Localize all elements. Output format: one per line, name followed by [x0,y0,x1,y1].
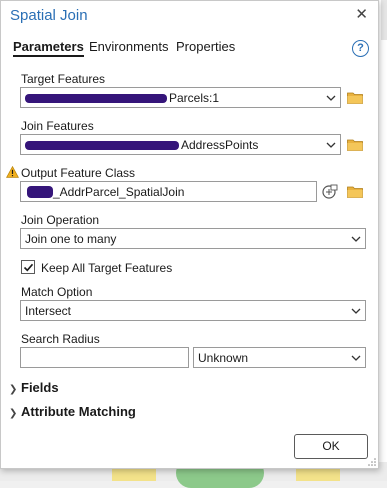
output-feature-class-value: _AddrParcel_SpatialJoin [53,185,185,199]
join-features-value: AddressPoints [181,138,259,152]
chevron-down-icon[interactable] [351,234,361,244]
redacted-text [25,141,179,150]
keep-all-target-label[interactable]: Keep All Target Features [41,261,172,275]
checkmark-icon [23,263,34,272]
warning-icon [6,166,19,178]
match-option-value: Intersect [25,304,72,318]
folder-icon[interactable] [347,138,363,151]
chevron-down-icon[interactable] [351,353,361,363]
fields-section-header[interactable]: ❯ Fields [9,380,59,395]
join-operation-label: Join Operation [21,213,100,227]
tab-environments[interactable]: Environments [89,39,168,54]
chevron-right-icon: ❯ [9,408,18,419]
join-operation-value: Join one to many [25,232,117,246]
ok-button[interactable]: OK [294,434,368,459]
tab-parameters[interactable]: Parameters [13,39,84,57]
chevron-down-icon[interactable] [326,93,336,103]
search-radius-unit-dropdown[interactable]: Unknown [193,347,366,368]
match-option-label: Match Option [21,285,93,299]
redacted-text [25,94,167,103]
target-features-dropdown[interactable]: Parcels:1 [20,87,341,108]
spatial-join-dialog: Spatial Join ✕ Parameters Environments P… [0,0,379,469]
attribute-matching-section-header[interactable]: ❯ Attribute Matching [9,404,136,419]
redacted-text [27,186,53,198]
search-radius-label: Search Radius [21,332,100,346]
resize-grip-icon[interactable] [368,458,376,466]
keep-all-target-checkbox[interactable] [21,260,35,274]
folder-icon[interactable] [347,185,363,198]
target-features-label: Target Features [21,72,106,86]
tab-properties[interactable]: Properties [176,39,235,54]
dialog-title: Spatial Join [10,7,88,24]
join-features-label: Join Features [21,119,94,133]
chevron-down-icon[interactable] [351,306,361,316]
search-radius-unit-value: Unknown [198,351,249,365]
database-icon[interactable] [322,184,338,200]
map-background-top [381,0,387,40]
join-operation-dropdown[interactable]: Join one to many [20,228,366,249]
chevron-right-icon: ❯ [9,384,18,395]
match-option-dropdown[interactable]: Intersect [20,300,366,321]
help-icon[interactable]: ? [352,40,369,57]
attribute-matching-section-label: Attribute Matching [21,404,136,419]
folder-icon[interactable] [347,91,363,104]
chevron-down-icon[interactable] [326,140,336,150]
target-features-value: Parcels:1 [169,91,220,105]
fields-section-label: Fields [21,380,59,395]
join-features-dropdown[interactable]: AddressPoints [20,134,341,155]
map-background [379,0,387,481]
close-icon[interactable]: ✕ [355,7,368,23]
output-feature-class-input[interactable]: _AddrParcel_SpatialJoin [20,181,317,202]
output-feature-class-label: Output Feature Class [21,166,136,180]
title-bar[interactable]: Spatial Join ✕ [1,1,378,33]
search-radius-input[interactable] [20,347,189,368]
